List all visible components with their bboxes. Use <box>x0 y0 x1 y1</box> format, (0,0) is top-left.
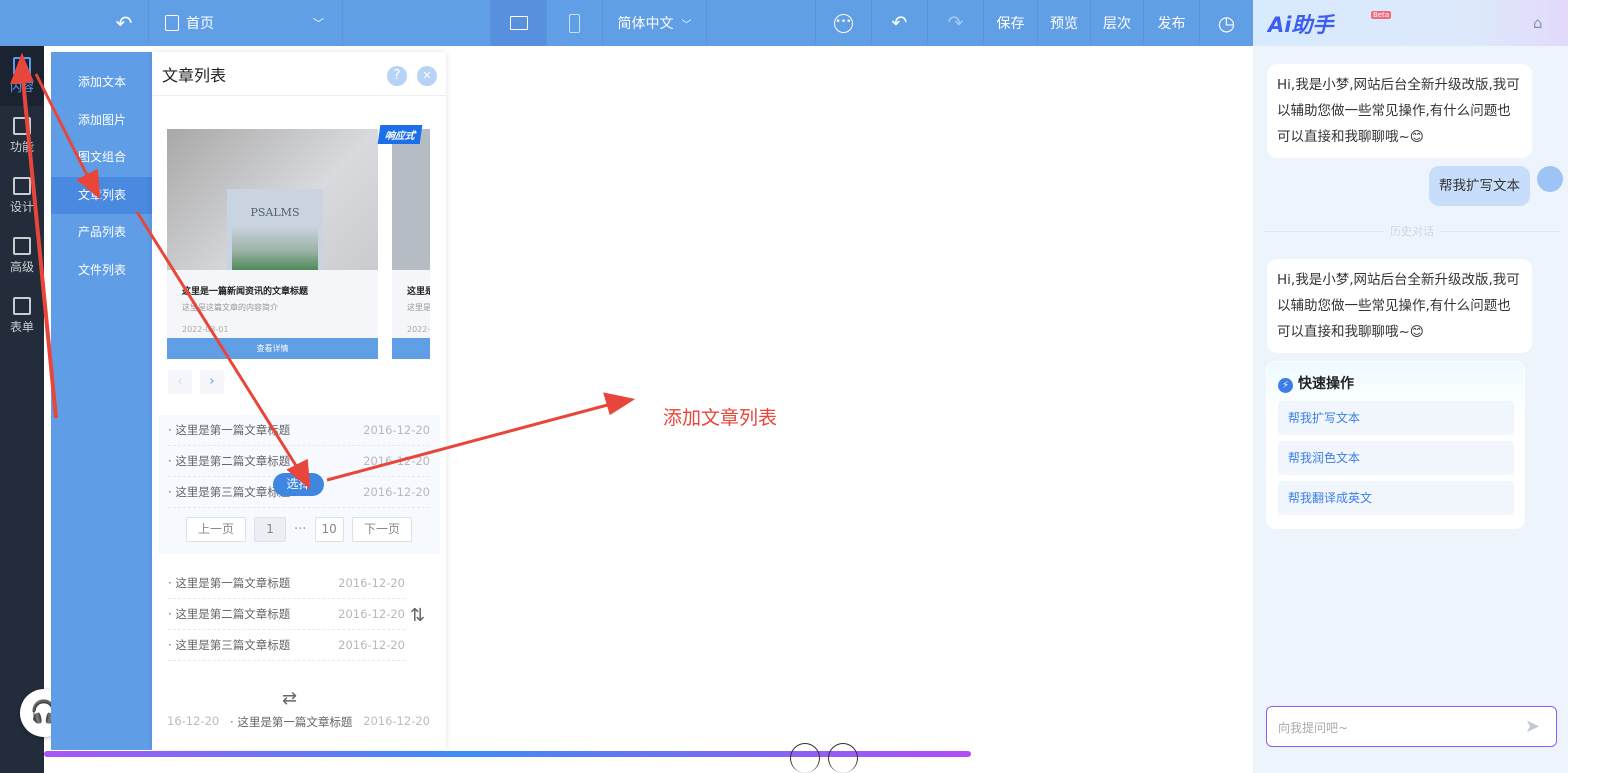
lightning-icon: ⚡ <box>1278 378 1293 393</box>
ai-assistant-panel: Ai助手 Beta ⌂ Hi,我是小梦,网站后台全新升级改版,我可以辅助您做一些… <box>1253 0 1568 773</box>
quick-actions-card: ⚡ 快速操作 帮我扩写文本 帮我润色文本 帮我翻译成英文 <box>1266 361 1525 529</box>
user-avatar <box>1537 166 1563 192</box>
annotation-label: 添加文章列表 <box>663 407 778 429</box>
quick-action-polish[interactable]: 帮我润色文本 <box>1278 441 1514 475</box>
ai-message: Hi,我是小梦,网站后台全新升级改版,我可以辅助您做一些常见操作,有什么问题也可… <box>1267 64 1532 158</box>
user-message: 帮我扩写文本 <box>1429 166 1530 206</box>
send-icon[interactable]: ➤ <box>1525 716 1540 737</box>
quick-action-translate[interactable]: 帮我翻译成英文 <box>1278 481 1514 515</box>
ai-message: Hi,我是小梦,网站后台全新升级改版,我可以辅助您做一些常见操作,有什么问题也可… <box>1267 259 1532 353</box>
history-label: 历史对话 <box>1383 223 1441 239</box>
clear-icon[interactable]: ⌂ <box>1533 14 1543 32</box>
ai-input-placeholder: 向我提问吧~ <box>1278 721 1349 735</box>
quick-action-expand[interactable]: 帮我扩写文本 <box>1278 401 1514 435</box>
ai-input[interactable]: 向我提问吧~ ➤ <box>1266 706 1557 747</box>
ai-logo: Ai助手 <box>1268 13 1334 37</box>
beta-badge: Beta <box>1371 11 1392 19</box>
quick-actions-title: 快速操作 <box>1298 376 1354 392</box>
annotation-arrows <box>9 52 636 490</box>
